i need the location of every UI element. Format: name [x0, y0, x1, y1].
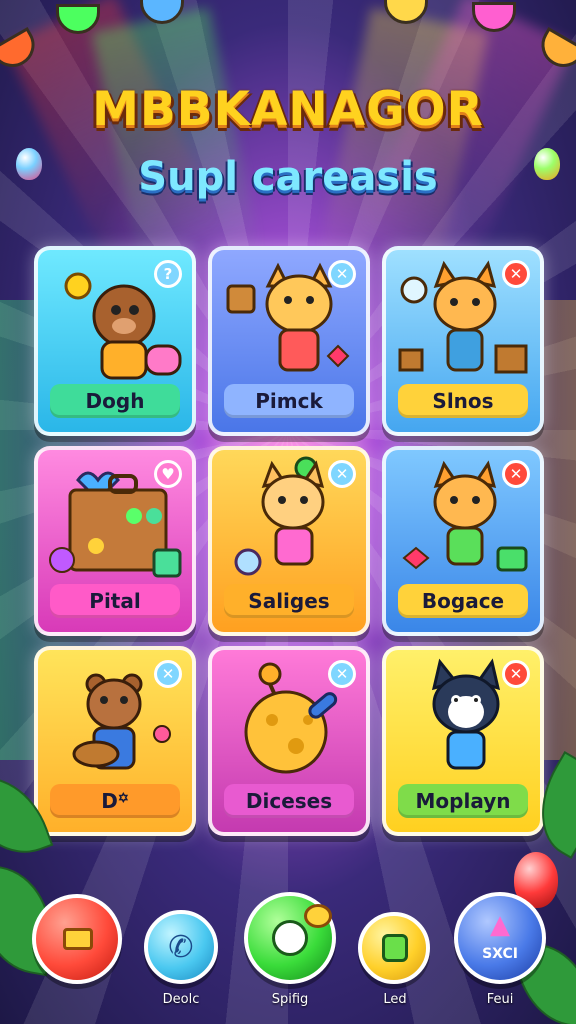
refresh-button[interactable]	[358, 912, 430, 984]
nav-label: Feui	[486, 992, 514, 1007]
game-title: MBBKANAGOR	[92, 82, 484, 137]
close-icon[interactable]: ✕	[154, 660, 182, 688]
game-card[interactable]: ✕ D꙳	[34, 646, 196, 836]
heart-icon[interactable]: ♥	[154, 460, 182, 488]
card-label: Pital	[50, 584, 180, 618]
bottom-navigation: ✆ Deolc Spifig Led ▲ SXCI Feui	[0, 880, 576, 1024]
card-label: Saliges	[224, 584, 354, 618]
card-label: Slnos	[398, 384, 528, 418]
upload-button[interactable]: ▲ SXCI	[454, 892, 546, 984]
phone-icon: ✆	[168, 930, 194, 965]
refresh-icon	[382, 934, 408, 962]
card-label: Bogace	[398, 584, 528, 618]
card-label: Moplayn	[398, 784, 528, 818]
menu-button[interactable]	[32, 894, 122, 984]
level-grid: ? Dogh ✕ Pimck ✕ Slnos ♥ Pital ✕ Saliges…	[34, 246, 546, 838]
card-label: Dogh	[50, 384, 180, 418]
close-icon[interactable]: ✕	[328, 660, 356, 688]
close-icon[interactable]: ✕	[502, 260, 530, 288]
card-label: Diceses	[224, 784, 354, 818]
card-label: Pimck	[224, 384, 354, 418]
nav-label: Deolc	[162, 992, 200, 1007]
upload-icon: ▲	[490, 910, 510, 940]
game-card[interactable]: ✕ Saliges	[208, 446, 370, 636]
speech-bubble-icon	[304, 904, 332, 928]
game-card[interactable]: ♥ Pital	[34, 446, 196, 636]
game-card[interactable]: ✕ Bogace	[382, 446, 544, 636]
call-button[interactable]: ✆	[144, 910, 218, 984]
help-icon[interactable]: ?	[154, 260, 182, 288]
game-card[interactable]: ? Dogh	[34, 246, 196, 436]
game-card[interactable]: ✕ Diceses	[208, 646, 370, 836]
game-subtitle: Supl careasis	[138, 154, 438, 200]
nav-label: Spifig	[271, 992, 309, 1007]
close-icon[interactable]: ✕	[502, 660, 530, 688]
close-icon[interactable]: ✕	[328, 260, 356, 288]
game-card[interactable]: ✕ Pimck	[208, 246, 370, 436]
card-label: D꙳	[50, 784, 180, 818]
upload-inner-text: SXCI	[482, 946, 518, 962]
play-button[interactable]	[244, 892, 336, 984]
menu-icon	[63, 928, 93, 950]
game-card[interactable]: ✕ Slnos	[382, 246, 544, 436]
close-icon[interactable]: ✕	[328, 460, 356, 488]
nav-label: Led	[383, 992, 407, 1007]
play-icon	[272, 920, 308, 956]
close-icon[interactable]: ✕	[502, 460, 530, 488]
game-card[interactable]: ✕ Moplayn	[382, 646, 544, 836]
